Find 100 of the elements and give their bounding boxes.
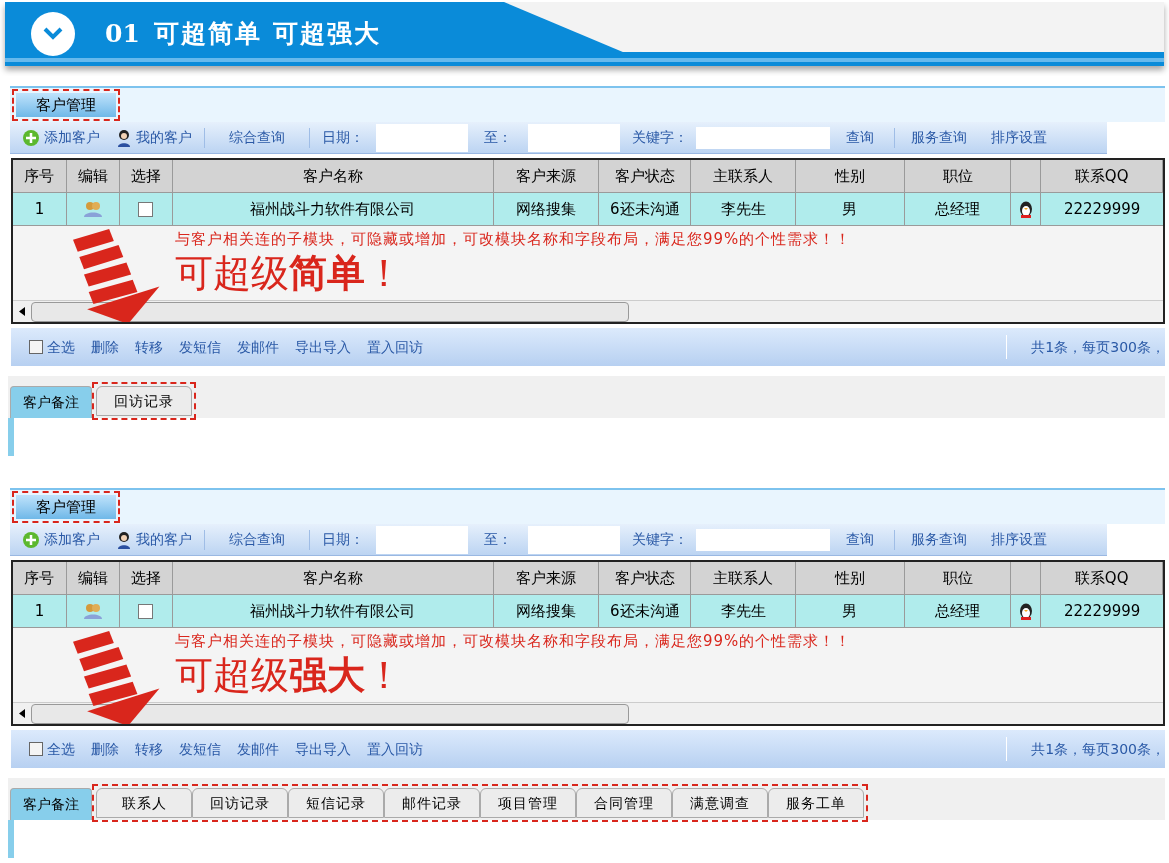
- subtab[interactable]: 满意调查: [672, 788, 768, 818]
- paging-text: 共1条，每页300条，: [1031, 337, 1165, 357]
- subtab[interactable]: 客户备注: [10, 788, 92, 820]
- table-cell: 6还未沟通: [599, 595, 692, 627]
- penguin-icon[interactable]: [1018, 200, 1033, 218]
- content-edge: [8, 418, 14, 456]
- select-all-label[interactable]: 全选: [47, 738, 75, 760]
- query-button[interactable]: 查询: [842, 127, 878, 148]
- banner-number: 01: [105, 18, 140, 51]
- annotation-note: 与客户相关连的子模块，可隐藏或增加，可改模块名称和字段布局，满足您99%的个性需求！！: [175, 631, 853, 652]
- column-header: 客户来源: [493, 562, 600, 594]
- table-cell: 总经理: [904, 193, 1012, 225]
- plus-icon: [22, 530, 40, 549]
- select-all-checkbox[interactable]: [29, 742, 43, 756]
- footer-action-link[interactable]: 转移: [135, 738, 163, 760]
- person-icon: [116, 530, 132, 549]
- add-customer-button[interactable]: 添加客户: [18, 127, 104, 148]
- column-header: 性别: [795, 160, 905, 192]
- column-header: 客户状态: [599, 562, 692, 594]
- footer-action-link[interactable]: 置入回访: [367, 738, 423, 760]
- table-cell: 福州战斗力软件有限公司: [172, 595, 494, 627]
- date-label: 日期：: [321, 128, 365, 147]
- table-cell: 男: [795, 595, 905, 627]
- column-header: 性别: [795, 562, 905, 594]
- column-header: 客户名称: [172, 160, 494, 192]
- query-button[interactable]: 查询: [842, 529, 878, 550]
- table-cell: 网络搜集: [493, 595, 600, 627]
- column-header: 编辑: [66, 562, 120, 594]
- sort-settings-button[interactable]: 排序设置: [987, 127, 1051, 148]
- subtab[interactable]: 联系人: [96, 788, 192, 818]
- row-checkbox[interactable]: [138, 603, 154, 619]
- keyword-field[interactable]: [696, 528, 830, 551]
- table-cell: 网络搜集: [493, 193, 600, 225]
- footer-action-link[interactable]: 删除: [91, 336, 119, 358]
- table-cell: 李先生: [691, 595, 796, 627]
- horizontal-scrollbar[interactable]: [13, 300, 1163, 322]
- scrollbar-thumb[interactable]: [31, 301, 629, 322]
- table-cell: 李先生: [691, 193, 796, 225]
- scrollbar-thumb[interactable]: [31, 703, 629, 724]
- column-header: 选择: [119, 160, 173, 192]
- footer-action-link[interactable]: 发邮件: [237, 336, 279, 358]
- column-header: 联系QQ: [1041, 562, 1163, 594]
- module-tab[interactable]: 客户管理: [16, 93, 116, 117]
- keyword-field[interactable]: [696, 126, 830, 149]
- subtab[interactable]: 回访记录: [96, 386, 192, 416]
- column-header: 联系QQ: [1041, 160, 1163, 192]
- column-header: 职位: [904, 562, 1012, 594]
- service-query-button[interactable]: 服务查询: [907, 529, 971, 550]
- table-cell-text: 22229999: [1062, 198, 1142, 220]
- person-icon: [116, 128, 132, 147]
- my-customers-button[interactable]: 我的客户: [112, 529, 196, 550]
- table-cell: 总经理: [904, 595, 1012, 627]
- annotation-note: 与客户相关连的子模块，可隐藏或增加，可改模块名称和字段布局，满足您99%的个性需求！！: [175, 229, 853, 250]
- footer-action-link[interactable]: 转移: [135, 336, 163, 358]
- table-cell: 男: [795, 193, 905, 225]
- service-query-button[interactable]: 服务查询: [907, 127, 971, 148]
- subtab[interactable]: 邮件记录: [384, 788, 480, 818]
- date-to-label: 至：: [483, 530, 513, 549]
- footer-action-link[interactable]: 发邮件: [237, 738, 279, 760]
- subtab[interactable]: 服务工单: [768, 788, 864, 818]
- column-header: 序号: [13, 562, 67, 594]
- search-all-button[interactable]: 综合查询: [225, 529, 289, 550]
- row-checkbox[interactable]: [138, 201, 154, 217]
- column-header: 客户来源: [493, 160, 600, 192]
- date-to-field[interactable]: [528, 525, 620, 554]
- my-customers-button[interactable]: 我的客户: [112, 127, 196, 148]
- plus-icon: [22, 128, 40, 147]
- footer-action-link[interactable]: 发短信: [179, 738, 221, 760]
- subtab[interactable]: 项目管理: [480, 788, 576, 818]
- subtab[interactable]: 客户备注: [10, 386, 92, 418]
- banner-title: 可超简单 可超强大: [153, 18, 381, 51]
- date-to-field[interactable]: [528, 123, 620, 152]
- date-from-field[interactable]: [376, 123, 468, 152]
- search-all-button[interactable]: 综合查询: [225, 127, 289, 148]
- chevron-icon: [31, 12, 75, 56]
- annotation-slogan: 可超级简单！: [175, 250, 404, 295]
- column-header: 编辑: [66, 160, 120, 192]
- module-tab[interactable]: 客户管理: [16, 495, 116, 519]
- content-edge: [8, 820, 14, 858]
- keyword-label: 关键字：: [631, 128, 689, 147]
- table-cell: 1: [13, 595, 67, 627]
- sort-settings-button[interactable]: 排序设置: [987, 529, 1051, 550]
- footer-action-link[interactable]: 导出导入: [295, 738, 351, 760]
- select-all-checkbox[interactable]: [29, 340, 43, 354]
- select-all-label[interactable]: 全选: [47, 336, 75, 358]
- footer-action-link[interactable]: 删除: [91, 738, 119, 760]
- subtab[interactable]: 短信记录: [288, 788, 384, 818]
- subtab[interactable]: 合同管理: [576, 788, 672, 818]
- horizontal-scrollbar[interactable]: [13, 702, 1163, 724]
- footer-action-link[interactable]: 发短信: [179, 336, 221, 358]
- date-to-label: 至：: [483, 128, 513, 147]
- footer-action-link[interactable]: 导出导入: [295, 336, 351, 358]
- subtab[interactable]: 回访记录: [192, 788, 288, 818]
- column-header: 职位: [904, 160, 1012, 192]
- add-customer-button[interactable]: 添加客户: [18, 529, 104, 550]
- keyword-label: 关键字：: [631, 530, 689, 549]
- footer-action-link[interactable]: 置入回访: [367, 336, 423, 358]
- penguin-icon[interactable]: [1018, 602, 1033, 620]
- date-from-field[interactable]: [376, 525, 468, 554]
- column-header: 主联系人: [691, 562, 796, 594]
